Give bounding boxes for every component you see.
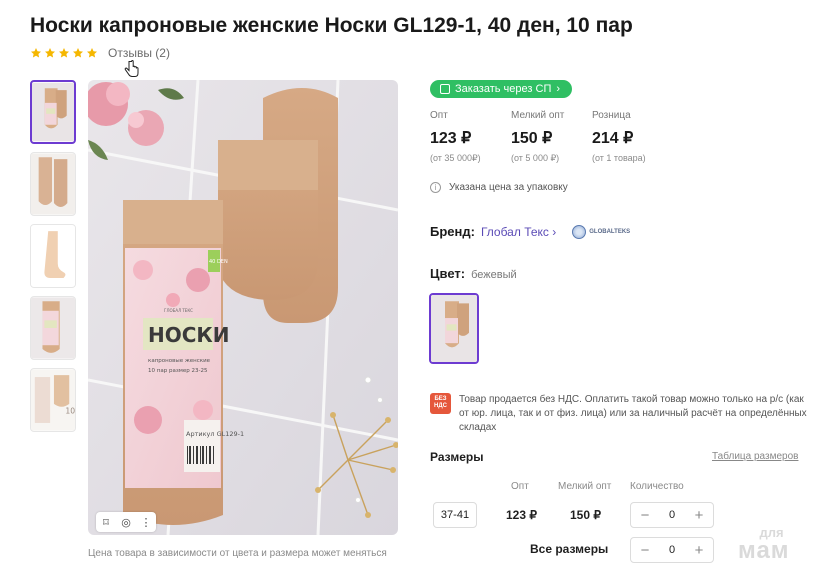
- no-vat-badge-bottom: НДС: [434, 403, 447, 409]
- size-table-link[interactable]: Таблица размеров: [712, 451, 798, 462]
- price-tier-note: (от 5 000 ₽): [511, 153, 560, 163]
- quantity-value[interactable]: 0: [669, 509, 675, 521]
- price-tier-value: 214 ₽: [592, 130, 634, 147]
- thumbnail-1[interactable]: [30, 80, 76, 144]
- package-name-text: НОСКИ: [148, 323, 230, 347]
- globe-logo-icon: [572, 224, 587, 239]
- brand-name: Глобал Текс: [480, 224, 549, 239]
- price-tier-label: Розница: [592, 110, 631, 121]
- increment-button[interactable]: +: [693, 507, 705, 524]
- svg-text:10: 10: [65, 406, 75, 415]
- column-header-wholesale: Опт: [511, 481, 529, 492]
- star-icon: [73, 48, 83, 58]
- increment-button[interactable]: +: [693, 542, 705, 559]
- brand-row: Бренд: Глобал Текс › GLOBALTEKS: [430, 224, 630, 239]
- package-den-text: 40 DEN: [209, 259, 228, 265]
- size-wholesale-price: 123 ₽: [506, 508, 537, 522]
- price-info: i Указана цена за упаковку: [430, 182, 568, 193]
- price-tier-note: (от 35 000₽): [430, 153, 481, 163]
- watermark-line2: мам: [738, 537, 790, 564]
- chevron-right-icon: ›: [556, 83, 561, 95]
- star-icon: [87, 48, 97, 58]
- size-small-wholesale-price: 150 ₽: [570, 508, 601, 522]
- quantity-value[interactable]: 0: [669, 544, 675, 556]
- vat-text: Товар продается без НДС. Оплатить такой …: [459, 394, 807, 433]
- thumbnail-strip: 10: [30, 80, 78, 440]
- thumbnail-2[interactable]: [30, 152, 76, 216]
- main-product-photo[interactable]: 40 DEN ГЛОБАЛ ТЕКС НОСКИ капроновые женс…: [88, 80, 398, 535]
- brand-logo[interactable]: GLOBALTEKS: [572, 224, 631, 239]
- all-sizes-label: Все размеры: [530, 542, 609, 556]
- rating: Отзывы (2): [30, 46, 170, 60]
- brand-link[interactable]: Глобал Текс ›: [481, 225, 556, 239]
- price-tier-small-wholesale: Мелкий опт 150 ₽ (от 5 000 ₽): [511, 110, 592, 164]
- price-tier-wholesale: Опт 123 ₽ (от 35 000₽): [430, 110, 511, 164]
- decrement-button[interactable]: −: [639, 542, 651, 559]
- hand-cursor-icon: [124, 60, 139, 77]
- thumbnail-4[interactable]: [30, 296, 76, 360]
- column-header-quantity: Количество: [630, 481, 684, 492]
- rating-stars: [30, 47, 98, 59]
- star-icon: [31, 48, 41, 58]
- star-icon: [45, 48, 55, 58]
- size-option[interactable]: 37-41: [433, 502, 477, 528]
- color-label: Цвет:: [430, 266, 466, 281]
- brand-logo-text: GLOBALTEKS: [589, 228, 631, 235]
- bookmark-icon[interactable]: ⌑: [100, 516, 112, 529]
- color-swatch-beige[interactable]: [429, 293, 479, 364]
- order-via-sp-label: Заказать через СП: [455, 83, 552, 95]
- color-row: Цвет: бежевый: [430, 266, 517, 281]
- package-line2-text: 10 пар размер 23-25: [148, 368, 208, 374]
- price-tier-retail: Розница 214 ₽ (от 1 товара): [592, 110, 673, 164]
- no-vat-badge: БЕЗ НДС: [430, 393, 451, 414]
- color-value: бежевый: [471, 269, 517, 281]
- all-sizes-quantity-stepper: − 0 +: [630, 537, 714, 563]
- reviews-link[interactable]: Отзывы (2): [108, 46, 170, 60]
- photo-actions: ⌑ ◎ ⋮: [96, 512, 156, 532]
- info-icon: i: [430, 182, 441, 193]
- sizes-title: Размеры: [430, 450, 484, 464]
- vat-notice: БЕЗ НДС Товар продается без НДС. Оплатит…: [430, 393, 809, 435]
- order-via-sp-button[interactable]: Заказать через СП ›: [430, 80, 573, 98]
- price-tier-value: 123 ₽: [430, 130, 472, 147]
- star-icon: [59, 48, 69, 58]
- price-tier-label: Мелкий опт: [511, 110, 565, 121]
- brand-label: Бренд:: [430, 224, 475, 239]
- more-icon[interactable]: ⋮: [140, 516, 152, 529]
- decrement-button[interactable]: −: [639, 507, 651, 524]
- column-header-small-wholesale: Мелкий опт: [558, 481, 612, 492]
- lens-icon[interactable]: ◎: [120, 516, 132, 529]
- package-brand-text: ГЛОБАЛ ТЕКС: [164, 308, 193, 313]
- package-line1-text: капроновые женские: [148, 358, 211, 364]
- no-vat-badge-top: БЕЗ: [434, 396, 447, 402]
- shopping-bag-icon: [440, 84, 450, 94]
- photo-caption: Цена товара в зависимости от цвета и раз…: [88, 548, 387, 559]
- price-tiers: Опт 123 ₽ (от 35 000₽) Мелкий опт 150 ₽ …: [430, 110, 673, 164]
- price-tier-note: (от 1 товара): [592, 153, 646, 163]
- product-title: Носки капроновые женские Носки GL129-1, …: [30, 14, 633, 37]
- price-tier-label: Опт: [430, 110, 448, 121]
- price-info-text: Указана цена за упаковку: [449, 182, 568, 193]
- chevron-right-icon: ›: [552, 224, 557, 239]
- thumbnail-3[interactable]: [30, 224, 76, 288]
- thumbnail-5[interactable]: 10: [30, 368, 76, 432]
- price-tier-value: 150 ₽: [511, 130, 553, 147]
- quantity-stepper: − 0 +: [630, 502, 714, 528]
- package-article-text: Артикул GL129-1: [186, 430, 244, 438]
- watermark: для мам: [738, 524, 790, 564]
